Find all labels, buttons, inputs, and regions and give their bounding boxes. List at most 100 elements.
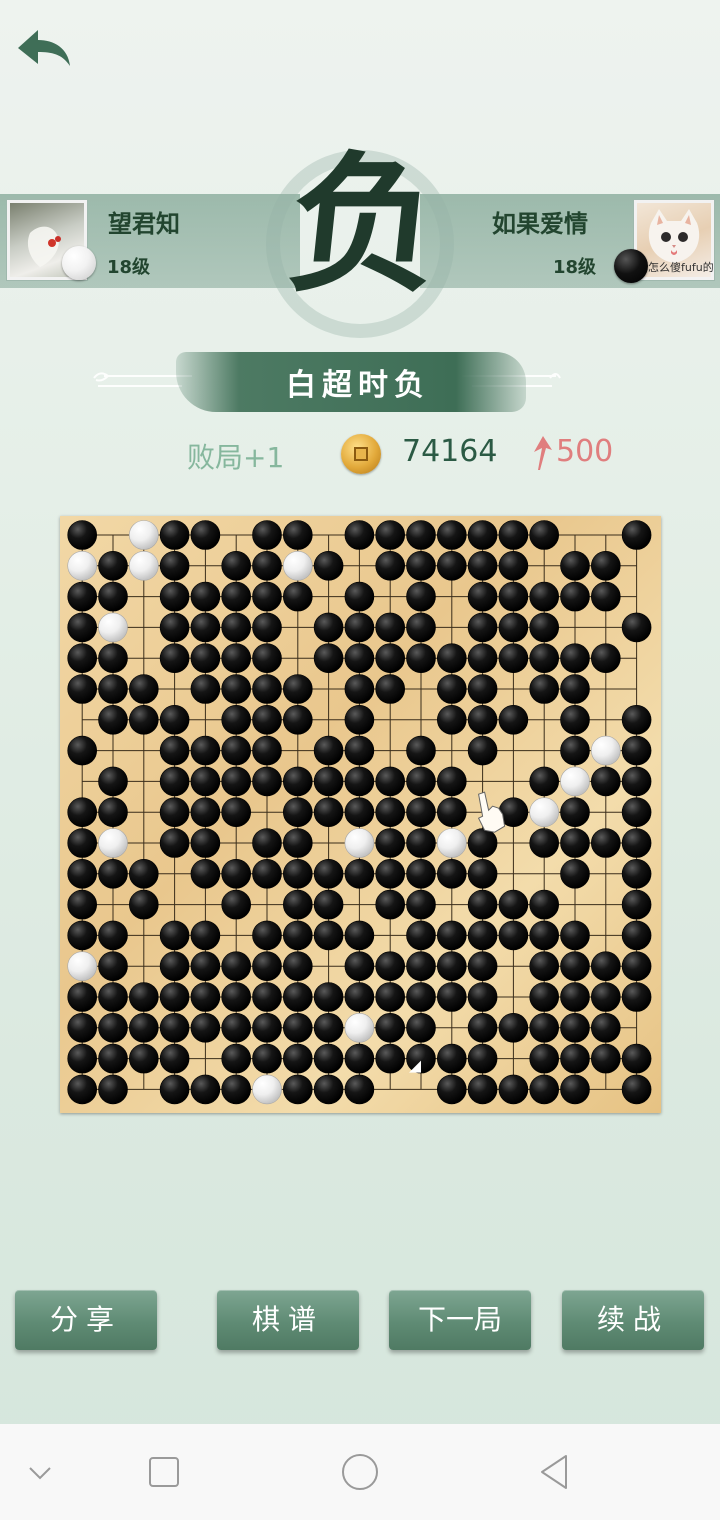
circle-icon[interactable] [340,1452,380,1492]
black-stone [283,674,313,704]
left-player-level: 18级 [107,257,151,278]
square-icon[interactable] [144,1452,184,1492]
black-stone [467,951,498,982]
black-stone [344,951,375,982]
black-stone [344,1043,375,1074]
white-stone [436,828,467,858]
white-stone [529,797,560,828]
white-stone [344,828,375,858]
black-stone [560,550,590,581]
black-stone [221,982,251,1012]
black-stone [467,858,498,889]
black-stone [313,920,344,951]
black-stone [406,520,436,550]
black-stone [67,1012,98,1043]
black-stone [406,982,436,1012]
board-canvas[interactable] [60,516,661,1113]
black-stone [498,612,529,643]
black-stone [129,1012,159,1043]
black-stone [67,520,98,550]
black-stone [590,1043,621,1074]
black-stone [590,581,621,612]
black-stone [406,889,436,920]
black-stone [375,1043,406,1074]
black-stone [190,797,221,828]
black-stone [436,705,467,735]
black-stone [467,550,498,581]
black-stone [498,550,529,581]
black-stone [221,1074,251,1105]
black-stone [252,920,282,951]
black-stone [67,581,98,612]
black-stone [560,1012,590,1043]
black-stone [159,643,190,673]
next-game-button[interactable]: 下一局 [389,1290,531,1350]
black-stone [159,550,190,581]
black-stone [467,828,498,858]
black-stone [190,674,221,704]
black-stone [467,705,498,735]
black-stone [560,951,590,982]
black-stone [436,920,467,951]
black-stone [344,643,375,673]
black-stone [621,858,652,889]
white-stone [252,1074,282,1105]
black-stone [375,612,406,643]
black-stone [436,858,467,889]
continue-battle-button[interactable]: 续战 [562,1290,704,1350]
back-button[interactable] [14,26,74,74]
black-stone [129,858,159,889]
black-stone [283,1074,313,1105]
black-stone [590,828,621,858]
black-stone [159,612,190,643]
black-stone [498,889,529,920]
black-stone [67,735,98,766]
black-stone [98,951,128,982]
black-stone [190,858,221,889]
black-stone [221,1043,251,1074]
black-stone [590,643,621,673]
black-stone [529,674,560,704]
right-player-name: 如果爱情 [492,210,588,238]
black-stone [252,982,282,1012]
black-stone [252,550,282,581]
black-stone [159,705,190,735]
black-stone [529,1074,560,1105]
black-stone [529,643,560,673]
black-stone [283,920,313,951]
black-stone [252,520,282,550]
black-stone [221,797,251,828]
black-stone [313,612,344,643]
black-stone [221,1012,251,1043]
black-stone [375,520,406,550]
black-stone [344,735,375,766]
share-button[interactable]: 分享 [15,1290,157,1350]
game-record-button[interactable]: 棋谱 [217,1290,359,1350]
black-stone [529,951,560,982]
black-stone [67,858,98,889]
black-stone [375,951,406,982]
black-stone [190,982,221,1012]
chevron-down-icon[interactable] [20,1452,60,1492]
black-stone [129,982,159,1012]
black-stone [621,920,652,951]
rank-change: 500 [556,434,614,469]
black-stone [406,766,436,797]
black-stone [529,920,560,951]
black-stone [436,951,467,982]
black-stone [498,581,529,612]
black-stone [467,1074,498,1105]
black-stone [159,797,190,828]
black-stone [283,951,313,982]
go-board[interactable] [60,516,661,1113]
coin-icon [341,434,381,474]
black-stone [621,766,652,797]
black-stone [621,982,652,1012]
black-stone [252,1043,282,1074]
black-stone [467,643,498,673]
black-stone [560,1043,590,1074]
black-stone [436,797,467,828]
result-character: 负 [280,137,450,313]
black-stone [159,982,190,1012]
triangle-back-icon[interactable] [536,1452,576,1492]
